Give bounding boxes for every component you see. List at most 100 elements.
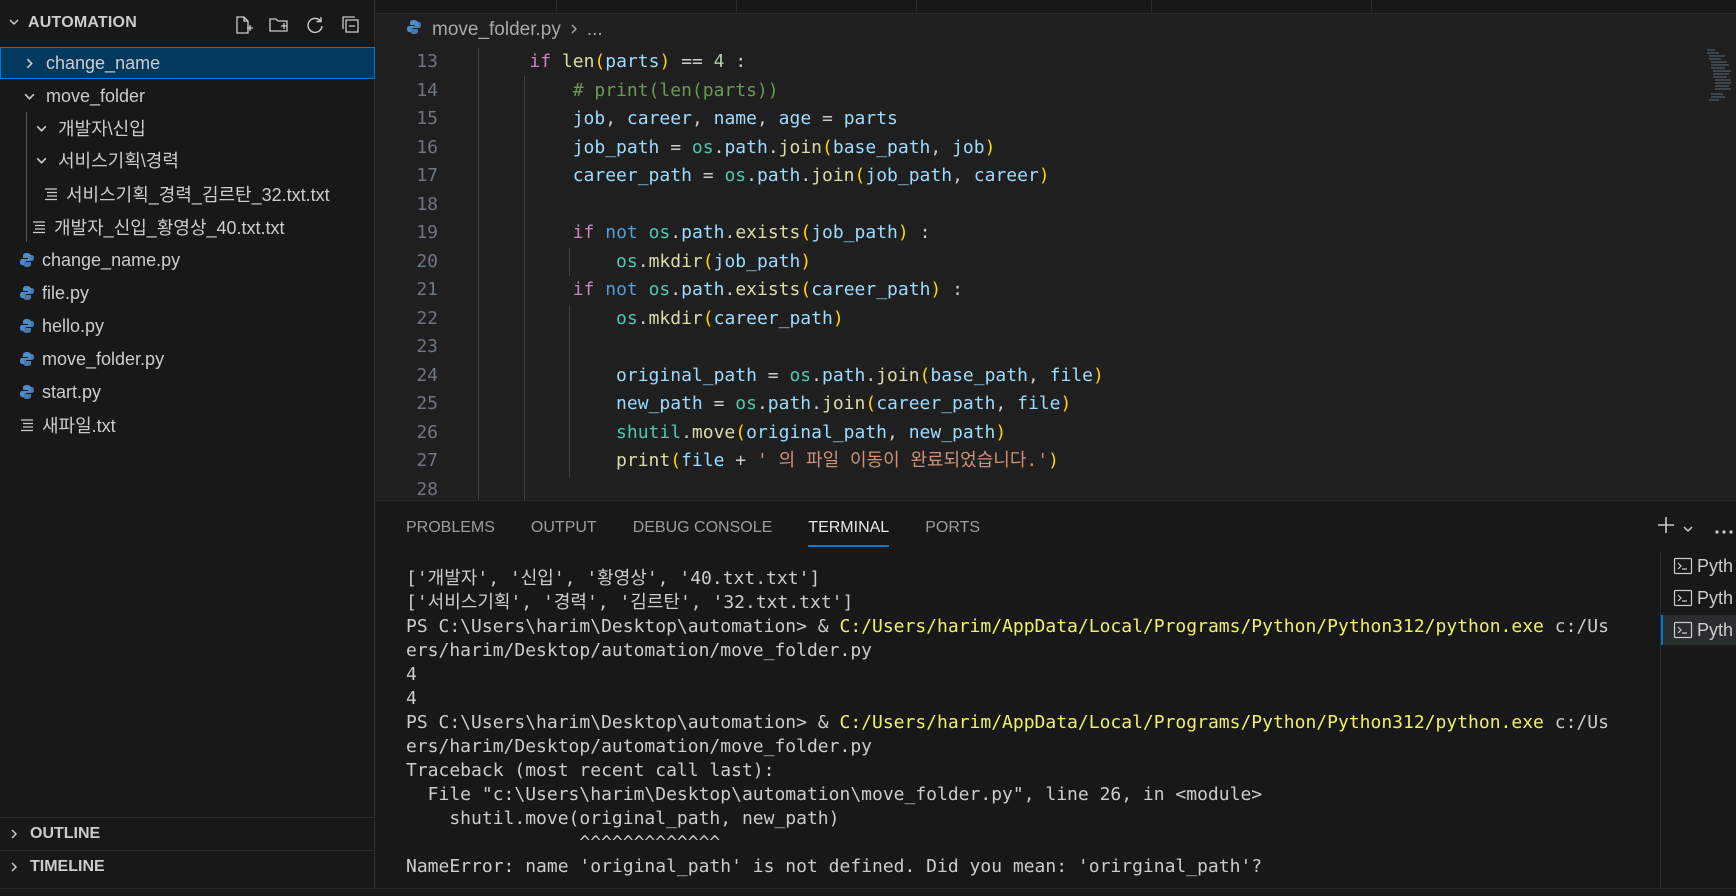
code-editor[interactable]: 13 if len(parts) == 4 : 14 # print(len(p… (376, 48, 1736, 500)
tab-separator (556, 0, 557, 13)
terminal-line: NameError: name 'original_path' is not d… (406, 856, 1263, 877)
terminal-output[interactable]: ['개발자', '신입', '황영상', '40.txt.txt'] ['서비스… (406, 567, 1666, 879)
chevron-down-icon (22, 89, 36, 103)
code-line: 17 career_path = os.path.join(job_path, … (416, 165, 1050, 186)
terminal-line: shutil.move(original_path, new_path) (406, 808, 840, 829)
collapse-all-icon[interactable] (340, 14, 362, 36)
terminal-line: Traceback (most recent call last): (406, 760, 775, 781)
tree-indent-guide (26, 112, 27, 242)
chevron-down-icon (34, 121, 48, 135)
tree-item-label: move_folder (46, 85, 146, 106)
python-file-icon (18, 350, 36, 368)
tree-item-label: change_name (46, 52, 161, 73)
terminal-line: File "c:\Users\harim\Desktop\automation\… (406, 784, 1263, 805)
code-line: 15 job, career, name, age = parts (416, 108, 898, 129)
add-terminal-icon[interactable] (1656, 515, 1676, 541)
code-line: 27 print(file + ' 의 파일 이동이 완료되었습니다.') (416, 450, 1059, 471)
tree-item-label: file.py (42, 282, 90, 303)
new-file-icon[interactable] (232, 14, 254, 36)
tree-item-label: 개발자\신입 (58, 119, 146, 139)
terminal-line: ers/harim/Desktop/automation/move_folder… (406, 736, 872, 757)
tree-file-hello-py[interactable]: hello.py (0, 310, 375, 342)
terminal-tab-python-3[interactable]: Pyth (1661, 615, 1736, 645)
tab-separator (916, 0, 917, 13)
tab-output[interactable]: OUTPUT (531, 517, 597, 547)
refresh-icon[interactable] (304, 14, 326, 36)
terminal-line: ers/harim/Desktop/automation/move_folder… (406, 640, 872, 661)
minimap[interactable] (1705, 48, 1733, 118)
tree-item-label: move_folder.py (42, 348, 165, 369)
breadcrumb-symbol[interactable]: ... (587, 19, 603, 41)
panel-actions (1656, 515, 1734, 541)
tree-file-start-py[interactable]: start.py (0, 376, 375, 408)
tab-ports[interactable]: PORTS (925, 517, 980, 547)
code-line: 13 if len(parts) == 4 : (416, 51, 747, 72)
code-line: 21 if not os.path.exists(career_path) : (416, 279, 963, 300)
code-line: 16 job_path = os.path.join(base_path, jo… (416, 136, 996, 158)
outline-section-header[interactable]: OUTLINE (0, 817, 375, 850)
python-file-icon (18, 383, 36, 401)
breadcrumb: move_folder.py ... (376, 14, 1736, 46)
tree-folder-change-name[interactable]: change_name (0, 47, 375, 79)
tree-folder-developer-new[interactable]: 개발자\신입 (0, 112, 375, 144)
tab-separator (1151, 0, 1152, 13)
tab-terminal[interactable]: TERMINAL (808, 517, 890, 547)
terminal-tab-python-2[interactable]: Pyth (1661, 583, 1736, 613)
bottom-panel: PROBLEMS OUTPUT DEBUG CONSOLE TERMINAL P… (376, 500, 1736, 889)
tree-file-developer-txt[interactable]: 개발자_신입_황영상_40.txt.txt (0, 211, 375, 243)
code-line: 18 (416, 193, 438, 215)
terminal-tab-python-1[interactable]: Pyth (1661, 551, 1736, 581)
chevron-right-icon (11, 829, 18, 839)
more-actions-icon[interactable] (1714, 515, 1734, 541)
tree-folder-move-folder[interactable]: move_folder (0, 80, 375, 112)
panel-tabs: PROBLEMS OUTPUT DEBUG CONSOLE TERMINAL P… (406, 517, 980, 547)
editor-tab-bar (376, 0, 1736, 14)
chevron-down-icon (8, 16, 22, 31)
tree-item-label: hello.py (42, 315, 105, 336)
tree-item-label: 개발자_신입_황영상_40.txt.txt (54, 218, 285, 238)
text-file-icon (42, 185, 60, 203)
chevron-right-icon (22, 56, 36, 70)
outline-label: OUTLINE (30, 825, 101, 842)
tree-item-label: 서비스기획_경력_김르탄_32.txt.txt (66, 185, 330, 205)
terminal-line: 4 (406, 664, 417, 685)
code-line: 20 os.mkdir(job_path) (416, 250, 812, 272)
code-line: 26 shutil.move(original_path, new_path) (416, 421, 1007, 443)
timeline-section-header[interactable]: TIMELINE (0, 850, 375, 883)
tree-file-service-planning-txt[interactable]: 서비스기획_경력_김르탄_32.txt.txt (0, 178, 375, 210)
tree-file-new-file-txt[interactable]: 새파일.txt (0, 409, 375, 441)
code-line: 23 (416, 336, 438, 357)
tab-separator (1371, 0, 1372, 13)
chevron-down-icon (34, 153, 48, 167)
terminal-icon (1673, 557, 1693, 575)
tree-folder-service-planning[interactable]: 서비스기획\경력 (0, 144, 375, 176)
terminal-line: ['개발자', '신입', '황영상', '40.txt.txt'] (406, 568, 821, 589)
tree-file-file-py[interactable]: file.py (0, 277, 375, 309)
text-file-icon (18, 416, 36, 434)
tree-item-label: change_name.py (42, 249, 181, 270)
explorer-sidebar: AUTOMATION change_name move_folder 개발자\신… (0, 0, 375, 896)
tree-item-label: 새파일.txt (42, 416, 116, 436)
breadcrumb-file[interactable]: move_folder.py (432, 19, 561, 41)
explorer-title: AUTOMATION (28, 14, 137, 31)
terminal-list: Pyth Pyth Pyth (1660, 551, 1736, 889)
tree-file-change-name-py[interactable]: change_name.py (0, 244, 375, 276)
python-file-icon (406, 19, 422, 41)
python-file-icon (18, 284, 36, 302)
tree-file-move-folder-py[interactable]: move_folder.py (0, 343, 375, 375)
new-folder-icon[interactable] (268, 14, 290, 36)
terminal-line: PS C:\Users\harim\Desktop\automation> & … (406, 712, 1609, 733)
code-line: 14 # print(len(parts)) (416, 79, 779, 101)
tab-problems[interactable]: PROBLEMS (406, 517, 495, 547)
terminal-icon (1673, 621, 1693, 639)
terminal-line: ['서비스기획', '경력', '김르탄', '32.txt.txt'] (406, 592, 854, 613)
tab-debug-console[interactable]: DEBUG CONSOLE (633, 517, 773, 547)
chevron-right-icon (11, 862, 18, 872)
text-file-icon (30, 218, 48, 236)
code-line: 24 original_path = os.path.join(base_pat… (416, 364, 1104, 386)
terminal-line: PS C:\Users\harim\Desktop\automation> & … (406, 616, 1609, 637)
code-line: 19 if not os.path.exists(job_path) : (416, 222, 931, 243)
tree-item-label: start.py (42, 381, 102, 402)
chevron-down-icon[interactable] (1682, 515, 1694, 541)
status-bar (0, 888, 1736, 896)
